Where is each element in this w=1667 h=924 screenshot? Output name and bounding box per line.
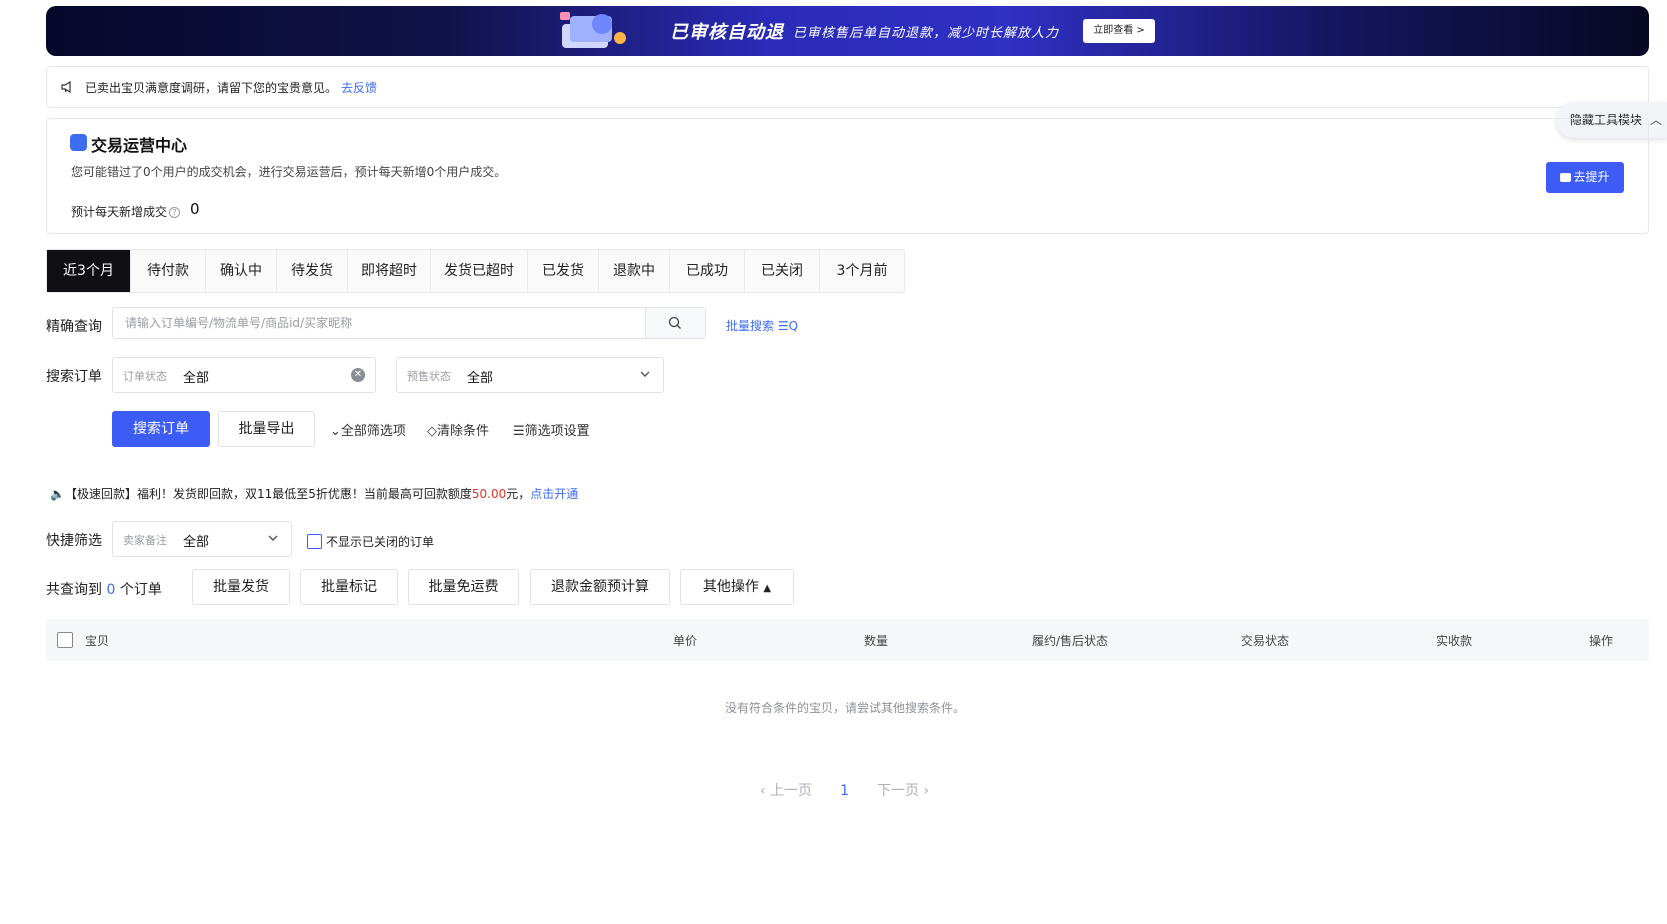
prev-page-button[interactable]: ‹ 上一页 (760, 783, 812, 799)
other-operations-button[interactable]: 其他操作 ▲ (680, 569, 794, 605)
precise-search-input[interactable] (113, 308, 647, 338)
help-icon[interactable]: ? (169, 207, 181, 218)
tab-older-than-3-months[interactable]: 3个月前 (820, 250, 904, 292)
chevron-down-icon (640, 371, 650, 377)
payback-amount: 50.00 (471, 487, 507, 501)
column-received-amount: 实收款 (1436, 634, 1473, 648)
column-quantity: 数量 (864, 634, 889, 648)
chevron-up-icon: ︿ (1649, 113, 1662, 127)
clear-filters-button[interactable]: ◇清除条件 (427, 420, 489, 439)
banner-title: 已审核自动退 (670, 22, 784, 43)
search-orders-button[interactable]: 搜索订单 (112, 411, 210, 447)
chevron-up-icon: ▲ (763, 583, 772, 594)
quick-filter-label: 快捷筛选 (46, 533, 102, 549)
precise-query-label: 精确查询 (46, 319, 102, 335)
tab-refunding[interactable]: 退款中 (599, 250, 670, 292)
tab-last-3-months[interactable]: 近3个月 (47, 250, 131, 292)
presale-status-value: 全部 (467, 371, 494, 386)
presale-status-select[interactable]: 预售状态 全部 (396, 357, 664, 393)
pagination: ‹ 上一页 1 下一页 › (760, 780, 929, 800)
tab-confirming[interactable]: 确认中 (206, 250, 277, 292)
clear-icon[interactable]: ✕ (351, 368, 365, 382)
batch-search-link[interactable]: 批量搜索 ☰Q (726, 317, 798, 334)
all-filters-toggle[interactable]: ⌄全部筛选项 (330, 420, 406, 439)
refund-illustration-icon (560, 12, 626, 48)
fast-payback-notice: 🔈【极速回款】福利！发货即回款，双11最低至5折优惠！当前最高可回款额度50.0… (50, 487, 579, 501)
seller-note-label: 卖家备注 (123, 534, 167, 547)
money-bag-icon (70, 134, 87, 151)
page-number[interactable]: 1 (840, 783, 849, 799)
presale-status-label: 预售状态 (407, 370, 451, 383)
promo-banner[interactable]: 已审核自动退 已审核售后单自动退款，减少时长解放人力 立即查看 > (46, 6, 1649, 56)
order-status-select[interactable]: 订单状态 全部 ✕ (112, 357, 376, 393)
column-actions: 操作 (1589, 634, 1614, 648)
eraser-icon: ◇ (427, 424, 437, 439)
batch-export-button[interactable]: 批量导出 (218, 411, 315, 447)
tab-shipping-overdue[interactable]: 发货已超时 (431, 250, 528, 292)
checkbox[interactable] (307, 534, 322, 549)
tab-about-to-timeout[interactable]: 即将超时 (348, 250, 431, 292)
empty-state-text: 没有符合条件的宝贝，请尝试其他搜索条件。 (724, 701, 965, 715)
order-count: 共查询到 0 个订单 (46, 582, 162, 598)
trade-center-description: 您可能错过了0个用户的成交机会，进行交易运营后，预计每天新增0个用户成交。 (71, 165, 507, 179)
seller-note-select[interactable]: 卖家备注 全部 (112, 521, 292, 557)
order-status-value: 全部 (183, 371, 210, 386)
activate-link[interactable]: 点击开通 (530, 487, 578, 501)
speaker-icon: 🔈 (50, 487, 65, 501)
order-table-header: 宝贝 单价 数量 履约/售后状态 交易状态 实收款 操作 (46, 619, 1649, 661)
next-page-button[interactable]: 下一页 › (877, 783, 929, 799)
refund-estimate-button[interactable]: 退款金额预计算 (530, 569, 670, 605)
banner-view-button[interactable]: 立即查看 > (1083, 19, 1155, 43)
feedback-bar: 已卖出宝贝满意度调研，请留下您的宝贵意见。 去反馈 (46, 66, 1649, 108)
chevron-down-icon: ⌄ (330, 424, 341, 439)
order-status-label: 订单状态 (123, 370, 167, 383)
tab-to-ship[interactable]: 待发货 (277, 250, 348, 292)
tab-succeeded[interactable]: 已成功 (670, 250, 745, 292)
select-all-checkbox[interactable] (57, 632, 73, 648)
column-trade-status: 交易状态 (1241, 634, 1290, 648)
hide-closed-checkbox[interactable]: 不显示已关闭的订单 (307, 533, 434, 550)
column-unit-price: 单价 (673, 634, 698, 648)
search-icon (668, 316, 681, 329)
tab-closed[interactable]: 已关闭 (745, 250, 820, 292)
list-icon: ☰ (513, 424, 525, 439)
column-fulfillment-status: 履约/售后状态 (1032, 634, 1109, 648)
banner-subtitle: 已审核售后单自动退款，减少时长解放人力 (793, 26, 1060, 41)
batch-ship-button[interactable]: 批量发货 (192, 569, 290, 605)
tab-pending-payment[interactable]: 待付款 (131, 250, 206, 292)
chevron-down-icon (268, 535, 278, 541)
precise-search-box (112, 307, 706, 339)
metric-label: 预计每天新增成交? (71, 203, 181, 220)
feedback-text: 已卖出宝贝满意度调研，请留下您的宝贵意见。 去反馈 (85, 81, 378, 95)
search-button[interactable] (645, 308, 705, 338)
order-status-tabs: 近3个月 待付款 确认中 待发货 即将超时 发货已超时 已发货 退款中 已成功 … (46, 249, 905, 293)
seller-note-value: 全部 (183, 535, 210, 550)
trade-center-title: 交易运营中心 (91, 136, 188, 155)
improve-button[interactable]: 去提升 (1546, 162, 1624, 193)
column-item: 宝贝 (85, 634, 110, 648)
chat-icon (1560, 173, 1572, 182)
batch-free-shipping-button[interactable]: 批量免运费 (408, 569, 519, 605)
tab-shipped[interactable]: 已发货 (528, 250, 599, 292)
batch-mark-button[interactable]: 批量标记 (300, 569, 398, 605)
megaphone-icon (61, 80, 71, 94)
feedback-link[interactable]: 去反馈 (341, 81, 377, 95)
list-search-icon: ☰Q (774, 319, 799, 333)
filter-settings-button[interactable]: ☰筛选项设置 (513, 420, 590, 439)
metric-value: 0 (190, 200, 200, 218)
trade-center-card: 交易运营中心 您可能错过了0个用户的成交机会，进行交易运营后，预计每天新增0个用… (46, 118, 1649, 234)
search-order-label: 搜索订单 (46, 369, 102, 385)
